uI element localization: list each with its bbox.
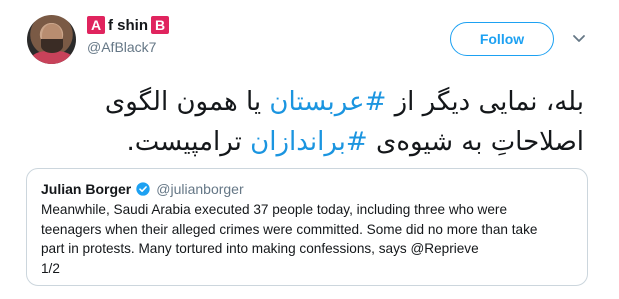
tweet-text-segment: ترامپیست. bbox=[126, 127, 251, 157]
follow-button[interactable]: Follow bbox=[450, 22, 554, 56]
author-name[interactable]: A f shin B bbox=[87, 14, 169, 36]
quoted-author-name: Julian Borger bbox=[41, 181, 132, 197]
chevron-down-icon[interactable] bbox=[571, 30, 587, 46]
name-badge-left: A bbox=[87, 16, 105, 34]
avatar[interactable] bbox=[27, 15, 76, 64]
author-handle[interactable]: @AfBlack7 bbox=[87, 39, 156, 55]
quoted-tweet[interactable]: Julian Borger @julianborger Meanwhile, S… bbox=[26, 168, 588, 286]
tweet-text-segment: بله، نمایی دیگر از bbox=[386, 87, 584, 117]
avatar-beard bbox=[41, 39, 63, 53]
quoted-text: Meanwhile, Saudi Arabia executed 37 peop… bbox=[41, 202, 538, 276]
hashtag-link[interactable]: #عربستان bbox=[269, 87, 386, 117]
name-text: f shin bbox=[108, 16, 148, 34]
hashtag-link[interactable]: #براندازان bbox=[250, 127, 368, 157]
quoted-header: Julian Borger @julianborger bbox=[41, 179, 244, 199]
tweet-card: A f shin B @AfBlack7 Follow بله، نمایی د… bbox=[0, 0, 619, 299]
quoted-author-handle: @julianborger bbox=[156, 181, 244, 197]
name-badge-right: B bbox=[151, 16, 169, 34]
tweet-text: بله، نمایی دیگر از #عربستان یا همون الگو… bbox=[24, 82, 584, 162]
verified-badge-icon bbox=[136, 182, 150, 196]
